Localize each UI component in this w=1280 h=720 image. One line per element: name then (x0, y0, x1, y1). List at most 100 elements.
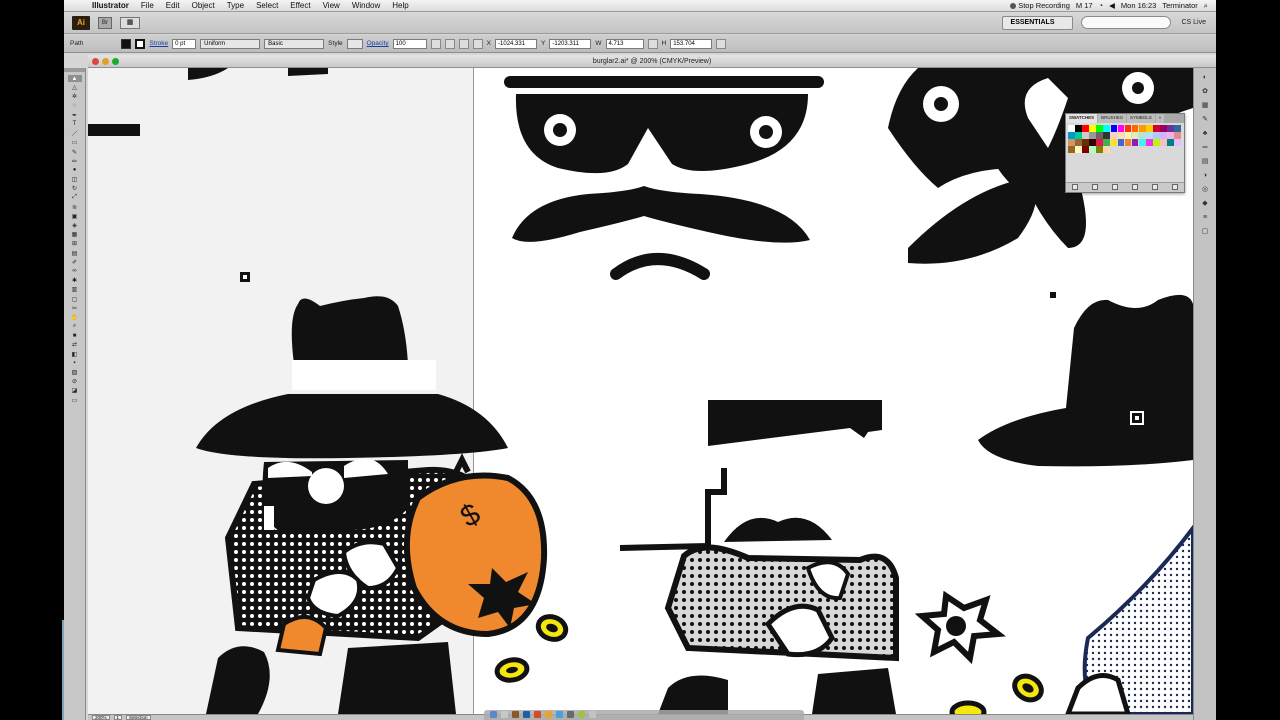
width-field[interactable]: 4.713 (605, 38, 644, 49)
volume-icon[interactable]: ◀ (1109, 1, 1115, 10)
tools-panel-grip[interactable] (64, 68, 85, 72)
frown[interactable] (610, 253, 710, 280)
screen-mode-tool-icon[interactable]: ▭ (68, 397, 82, 404)
burglar-collar[interactable] (264, 506, 274, 530)
swatch-13[interactable] (1160, 125, 1167, 132)
app-icon-2[interactable] (523, 711, 530, 718)
menu-file[interactable]: File (135, 1, 160, 10)
swatch-45[interactable] (1160, 139, 1167, 146)
swatch-15[interactable] (1174, 125, 1181, 132)
anchor-point-small[interactable] (1050, 292, 1056, 298)
menu-indicator[interactable]: M 17 (1076, 1, 1093, 10)
stroke-label[interactable]: Stroke (149, 40, 168, 47)
tab-symbols[interactable]: SYMBOLS (1126, 114, 1155, 123)
swatch-39[interactable] (1117, 139, 1125, 146)
hand-tool-icon[interactable]: ✋ (68, 314, 82, 321)
spotlight-icon[interactable]: ⌕ (1204, 1, 1208, 11)
swatch-42[interactable] (1138, 139, 1146, 146)
brush-definition-dropdown[interactable]: Basic (264, 38, 325, 49)
color-guide-icon[interactable]: ✿ (1198, 86, 1212, 96)
zoom-level[interactable]: 200% (92, 715, 110, 720)
app-icon-6[interactable] (578, 711, 585, 718)
graphic-styles-icon[interactable]: ◆ (1198, 198, 1212, 208)
swatch-8[interactable] (1124, 125, 1132, 132)
lasso-tool-icon[interactable]: ◌ (68, 103, 82, 110)
app-icon-1[interactable] (512, 711, 519, 718)
swatch-44[interactable] (1153, 139, 1160, 146)
hat-brim-line[interactable] (504, 76, 824, 88)
right-burglar-glove[interactable] (1065, 673, 1131, 715)
burglar-hat-crown[interactable] (291, 296, 408, 364)
swatch-17[interactable] (1075, 132, 1082, 139)
swatch-19[interactable] (1089, 132, 1096, 139)
swatch-28[interactable] (1153, 132, 1160, 139)
menu-type[interactable]: Type (221, 1, 250, 10)
swatch-38[interactable] (1110, 139, 1118, 146)
swatch-53[interactable] (1103, 146, 1111, 153)
center-hat-band[interactable] (708, 400, 882, 446)
artboards-icon[interactable]: ▢ (1198, 226, 1212, 236)
scale-tool-icon[interactable]: ⤢ (68, 194, 82, 201)
stroke-icon[interactable]: ═ (1198, 142, 1212, 152)
swatch-50[interactable] (1082, 146, 1089, 153)
magic-wand-tool-icon[interactable]: ✲ (68, 93, 82, 100)
default-tool-icon[interactable]: ◧ (68, 351, 82, 358)
swatch-0[interactable] (1068, 125, 1075, 132)
color-tool-icon[interactable]: ▪ (68, 360, 82, 367)
illustrator-dock-icon[interactable] (545, 711, 552, 718)
swatch-49[interactable] (1075, 146, 1082, 153)
transform-icon[interactable] (458, 38, 469, 49)
right-hat[interactable] (978, 294, 1193, 467)
arrange-documents-button[interactable]: ▦ (120, 16, 140, 29)
control-panel-menu-icon[interactable] (716, 38, 727, 49)
none-tool-icon[interactable]: ⊘ (68, 378, 82, 385)
swatch-3[interactable] (1089, 125, 1096, 132)
burglar-hat-brim[interactable] (196, 394, 508, 459)
app-icon-5[interactable] (567, 711, 574, 718)
menu-edit[interactable]: Edit (160, 1, 186, 10)
swatch-32[interactable] (1068, 139, 1075, 146)
workspace-switcher[interactable]: ESSENTIALS (1001, 15, 1074, 30)
artboard-canvas[interactable]: $ (88, 68, 1193, 714)
burglar-leg-left[interactable] (206, 646, 270, 714)
constrain-proportions-icon[interactable] (647, 38, 658, 49)
swatch-20[interactable] (1096, 132, 1103, 139)
app-icon-3[interactable] (534, 711, 541, 718)
fill-swatch[interactable] (121, 38, 132, 49)
gradient-icon[interactable]: ▤ (1198, 156, 1212, 166)
swatch-40[interactable] (1124, 139, 1132, 146)
swatch-26[interactable] (1138, 132, 1146, 139)
menu-window[interactable]: Window (346, 1, 386, 10)
blob-brush-tool-icon[interactable]: ● (68, 167, 82, 174)
swatches-icon[interactable]: ▦ (1198, 100, 1212, 110)
stroke-swatch[interactable] (135, 38, 146, 49)
artboard-tool-icon[interactable]: ▢ (68, 296, 82, 303)
artboard-navigation[interactable]: 1 (113, 715, 123, 720)
swatch-25[interactable] (1131, 132, 1139, 139)
trash-icon[interactable] (589, 711, 596, 718)
money-bag[interactable] (403, 472, 548, 638)
opacity-field[interactable]: 100 (392, 38, 427, 49)
align-panel-icon[interactable] (444, 38, 455, 49)
swatch-1[interactable] (1075, 125, 1082, 132)
stroke-weight-field[interactable]: 0 pt (172, 38, 197, 49)
swatch-16[interactable] (1068, 132, 1075, 139)
y-field[interactable]: -1203.311 (549, 38, 592, 49)
panel-menu-icon[interactable]: » (1155, 114, 1165, 123)
bridge-button[interactable]: Br (98, 16, 112, 29)
mesh-tool-icon[interactable]: ⊞ (68, 240, 82, 247)
delete-icon[interactable] (1172, 184, 1178, 190)
kind-icon[interactable] (1092, 184, 1098, 190)
center-legs[interactable] (658, 668, 896, 714)
swap-tool-icon[interactable]: ⇄ (68, 341, 82, 348)
draw-mode-tool-icon[interactable]: ◪ (68, 387, 82, 394)
money-bag-knot[interactable] (453, 453, 471, 474)
minimize-window-icon[interactable] (102, 58, 109, 65)
zoom-window-icon[interactable] (112, 58, 119, 65)
user-name[interactable]: Terminator (1162, 1, 1197, 10)
swatch-22[interactable] (1110, 132, 1118, 139)
style-dropdown[interactable] (346, 38, 363, 49)
swatch-52[interactable] (1096, 146, 1103, 153)
menu-view[interactable]: View (317, 1, 346, 10)
close-window-icon[interactable] (92, 58, 99, 65)
